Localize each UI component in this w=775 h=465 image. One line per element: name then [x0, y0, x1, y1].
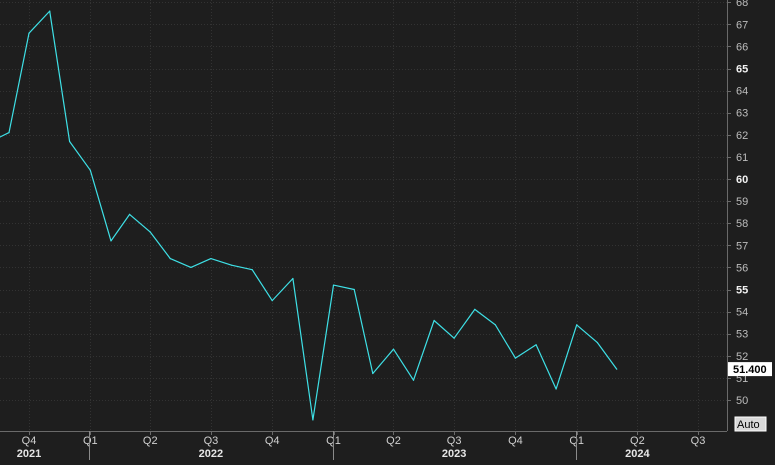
data-point [535, 344, 537, 346]
data-point [169, 258, 171, 260]
data-point [514, 357, 517, 359]
y-tick-label: 61 [736, 152, 748, 164]
data-point [129, 213, 131, 215]
y-tick-label: 57 [736, 240, 748, 252]
y-tick-label: 64 [736, 86, 748, 98]
y-tick-label: 66 [736, 41, 748, 53]
y-tick-label: 60 [736, 174, 748, 186]
auto-button[interactable]: Auto [734, 416, 767, 432]
data-point [190, 266, 192, 268]
data-point [494, 324, 496, 326]
x-tick-label: Q2 [386, 435, 401, 447]
y-tick-label: 56 [736, 262, 748, 274]
y-tick-label: 58 [736, 218, 748, 230]
x-tick-label: Q3 [447, 435, 462, 447]
data-point [271, 300, 273, 302]
data-point [231, 264, 233, 266]
plot-area [0, 0, 727, 431]
data-point [312, 419, 314, 421]
x-tick-label: Q3 [204, 435, 219, 447]
data-point [89, 169, 91, 171]
y-tick-label: 53 [736, 329, 748, 341]
x-tick-label: Q4 [508, 435, 523, 447]
y-axis: 50515253545556575859606162636465666768 [727, 0, 748, 407]
x-tick-label: Q3 [691, 435, 706, 447]
chart-root: 50 51 52 53 54 55 56 57 58 59 60 61 62 63 64 65 66 67 68 Q… [0, 0, 775, 460]
data-point [110, 240, 112, 242]
y-tick-label: 67 [736, 19, 748, 31]
x-tick-label: Q2 [630, 435, 645, 447]
data-point [28, 32, 30, 34]
y-tick-label: 52 [736, 351, 748, 363]
x-tick-label: Q2 [143, 435, 158, 447]
data-point [69, 140, 71, 143]
data-point [149, 231, 151, 233]
data-point [453, 337, 455, 339]
y-tick-label: 54 [736, 307, 748, 319]
data-point [616, 368, 618, 370]
x-axis: Q4 Q1 Q2 Q3 Q4 Q1 Q2 Q3 Q4 Q1 Q2 Q32021 2022 2023 2024 [17, 431, 706, 460]
last-value-label: 51.400 [733, 364, 767, 376]
x-tick-label: Q4 [22, 435, 37, 447]
y-tick-label: 59 [736, 196, 748, 208]
data-point [8, 132, 10, 134]
data-point [474, 308, 476, 310]
data-point [576, 324, 578, 326]
data-point [433, 319, 435, 322]
last-value-marker: 51.400 [728, 362, 772, 377]
line-chart: 50515253545556575859606162636465666768 Q… [0, 0, 772, 460]
x-tick-label: Q4 [265, 435, 280, 447]
data-point [412, 379, 415, 381]
data-point [596, 342, 599, 344]
y-tick-label: 65 [736, 64, 748, 76]
y-tick-label: 62 [736, 130, 748, 142]
x-year-label: 2022 [199, 448, 223, 460]
data-point [372, 372, 374, 375]
data-point [353, 288, 355, 291]
x-year-label: 2021 [17, 448, 41, 460]
data-point [392, 348, 395, 350]
data-point [49, 10, 51, 12]
data-point [292, 277, 294, 280]
y-tick-label: 63 [736, 108, 748, 120]
data-point [332, 284, 335, 286]
x-tick-label: Q1 [83, 435, 98, 447]
x-year-label: 2023 [442, 448, 466, 460]
data-point [251, 269, 253, 271]
data-point [555, 388, 557, 390]
y-tick-label: 68 [736, 0, 748, 9]
y-tick-label: 50 [736, 395, 748, 407]
auto-button-label: Auto [737, 419, 760, 431]
data-point [210, 258, 212, 260]
x-year-label: 2024 [625, 448, 650, 460]
y-tick-label: 55 [736, 285, 748, 297]
